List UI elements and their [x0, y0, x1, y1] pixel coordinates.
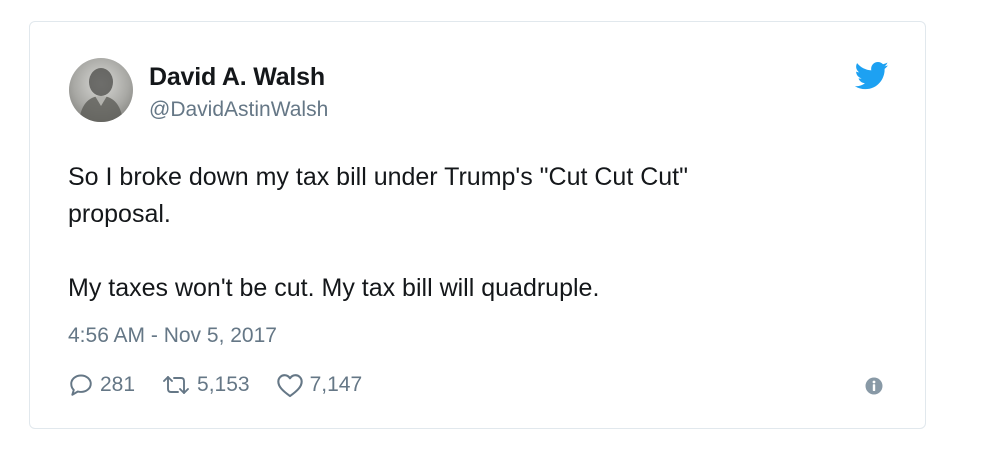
like-count: 7,147 — [309, 373, 363, 396]
avatar[interactable] — [69, 58, 133, 122]
reply-button[interactable]: 281 — [68, 372, 135, 398]
info-icon[interactable] — [865, 377, 883, 395]
tweet-text-line: proposal. — [68, 200, 171, 228]
tweet-actions: 281 5,153 7,147 — [68, 370, 388, 400]
reply-icon — [70, 374, 92, 396]
like-button[interactable]: 7,147 — [276, 372, 363, 398]
heart-icon — [276, 374, 303, 398]
tweet-timestamp[interactable]: 4:56 AM - Nov 5, 2017 — [68, 324, 277, 348]
reply-count: 281 — [100, 373, 136, 396]
tweet-card: David A. Walsh @DavidAstinWalsh So I bro… — [29, 21, 926, 429]
avatar-photo — [79, 68, 123, 122]
retweet-count: 5,153 — [197, 373, 250, 396]
author-name[interactable]: David A. Walsh — [149, 63, 325, 92]
retweet-button[interactable]: 5,153 — [161, 372, 250, 398]
tweet-text: So I broke down my tax bill under Trump'… — [68, 159, 888, 307]
tweet-text-line: My taxes won't be cut. My tax bill will … — [68, 274, 600, 302]
retweet-icon — [163, 376, 189, 394]
tweet-text-line: So I broke down my tax bill under Trump'… — [68, 163, 688, 191]
twitter-bird-icon[interactable] — [855, 61, 889, 91]
author-handle[interactable]: @DavidAstinWalsh — [149, 98, 328, 122]
